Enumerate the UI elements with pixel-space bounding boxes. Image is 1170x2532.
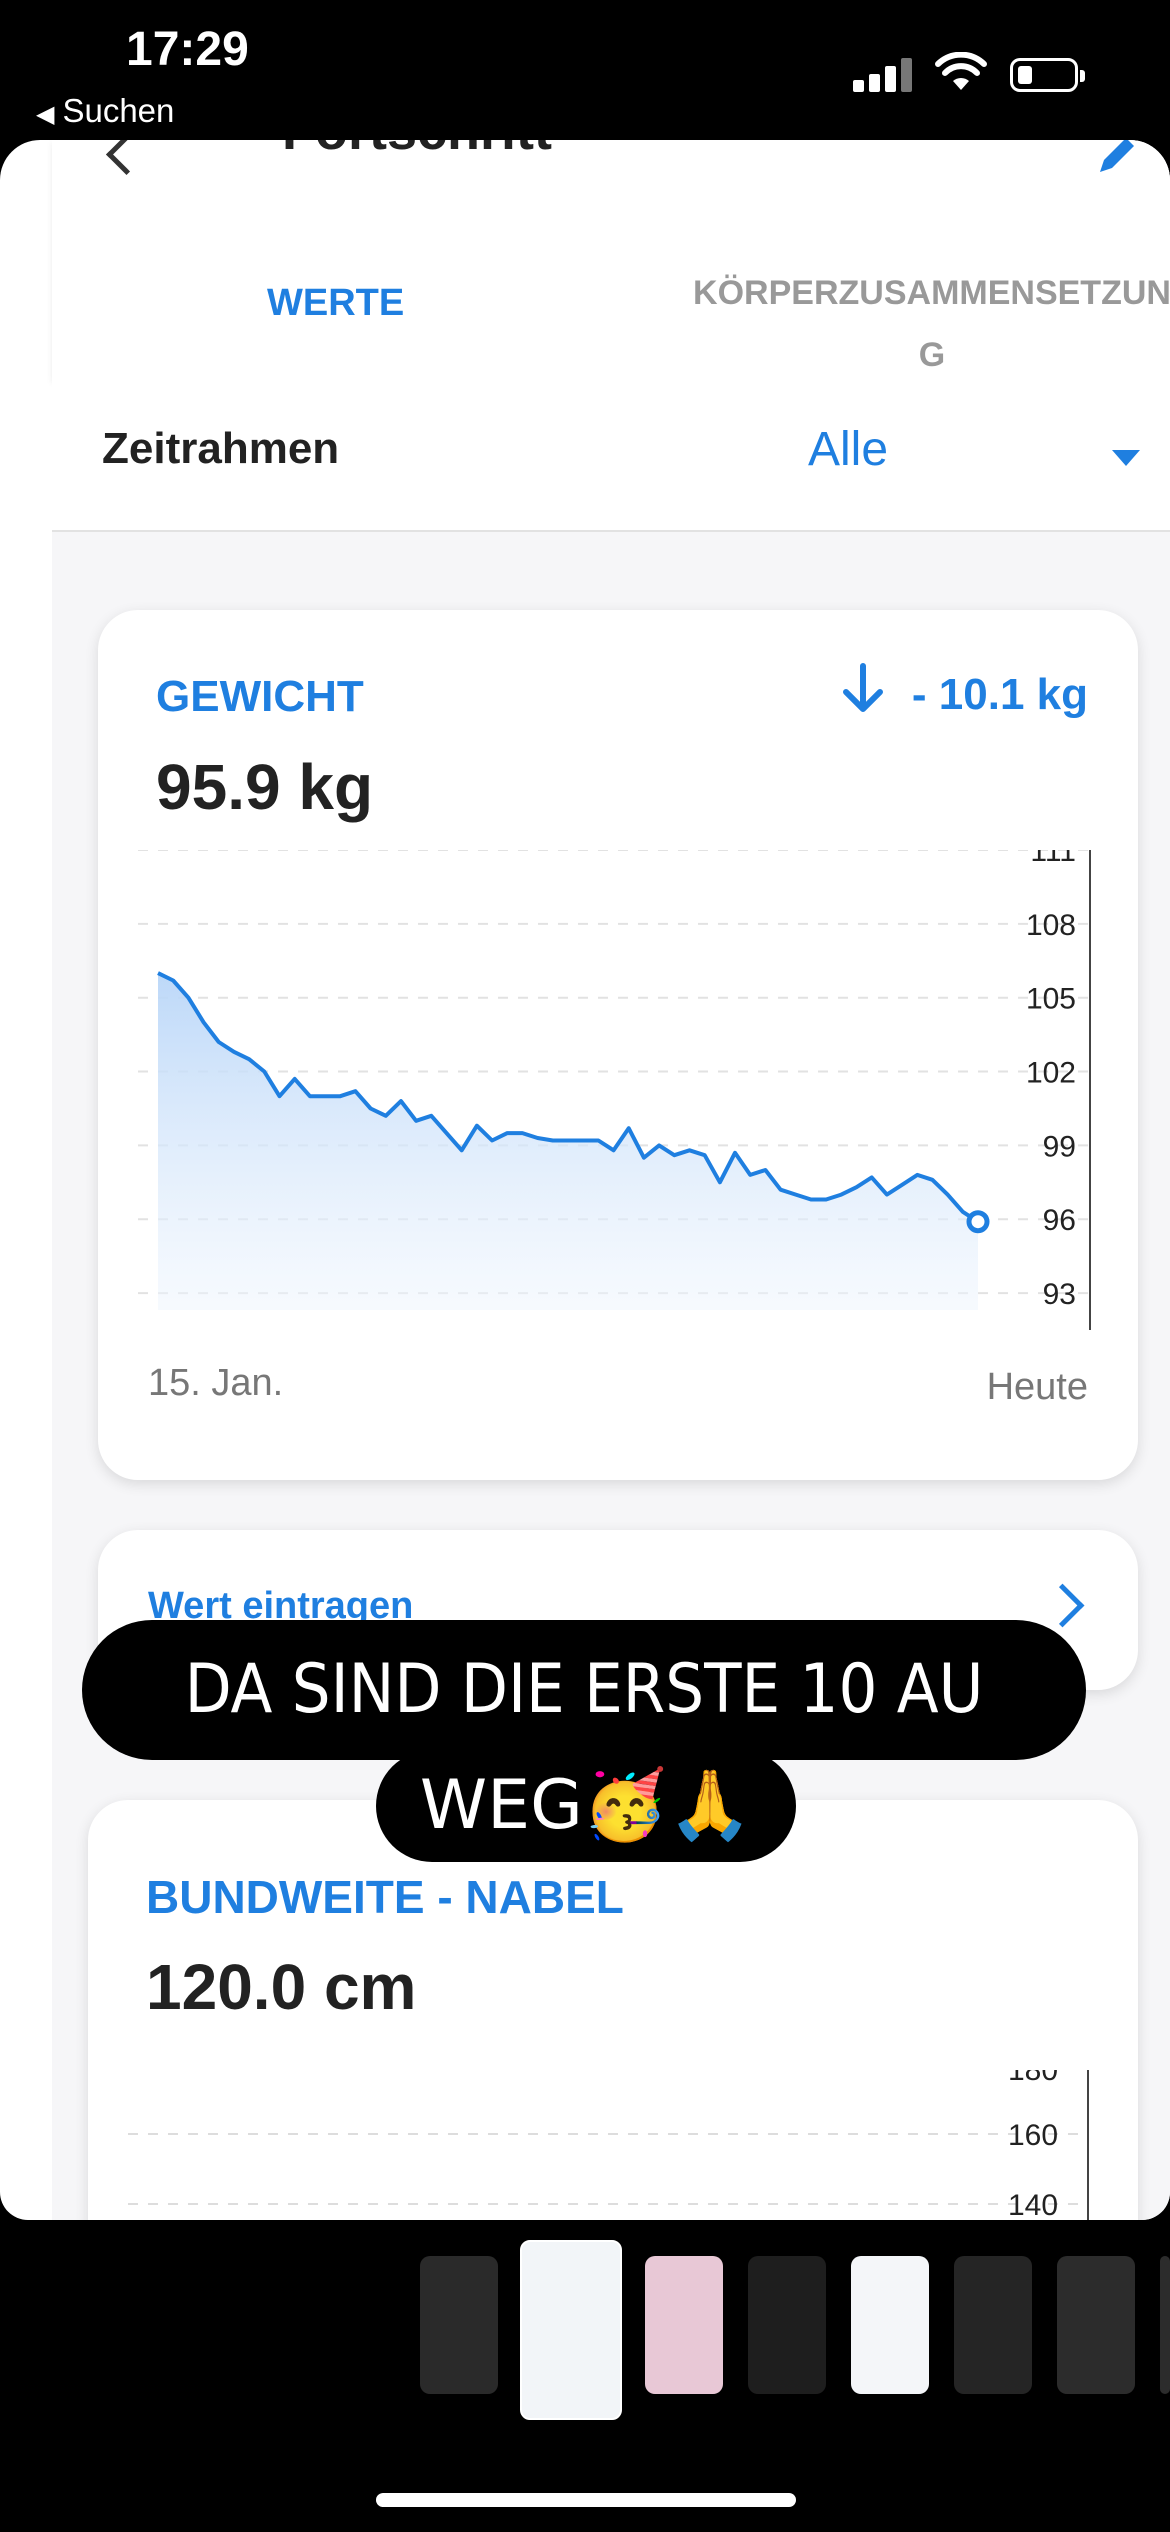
dropdown-caret-icon[interactable]	[1112, 450, 1140, 466]
timeframe-selector[interactable]: Zeitrahmen Alle	[52, 380, 1170, 532]
weight-delta: - 10.1 kg	[911, 670, 1088, 719]
story-thumbnail-strip	[0, 2240, 1170, 2440]
clock: 17:29	[126, 23, 249, 76]
waist-tick-label: 140	[1008, 2189, 1058, 2220]
chart-end-date: Heute	[986, 1366, 1088, 1408]
back-app-label: Suchen	[62, 92, 175, 129]
story-caption-line2: WEG🥳🙏	[376, 1750, 796, 1862]
arrow-down-icon	[843, 663, 883, 712]
waist-value: 120.0 cm	[146, 1951, 417, 2023]
header: Fortschritt WERTE KÖRPERZUSAMMENSETZUNG	[52, 140, 1170, 380]
back-to-app-link[interactable]: ◀ Suchen	[36, 92, 174, 130]
y-tick-label: 99	[1043, 1130, 1076, 1163]
weight-card[interactable]: GEWICHT - 10.1 kg 95.9 kg 111 108 105 102 99…	[98, 610, 1138, 1480]
story-thumbnail-active[interactable]	[520, 2240, 622, 2420]
page-title: Fortschritt	[282, 140, 552, 162]
edit-pencil-icon[interactable]	[1092, 140, 1142, 180]
tab-koerperzusammensetzung[interactable]: KÖRPERZUSAMMENSETZUNG	[682, 262, 1170, 386]
home-indicator[interactable]	[376, 2493, 796, 2507]
story-caption-line1: DA SIND DIE ERSTE 10 AU	[82, 1620, 1086, 1760]
y-tick-label: 108	[1026, 909, 1076, 942]
story-thumbnail[interactable]	[420, 2256, 498, 2394]
y-tick-label: 111	[1030, 850, 1076, 868]
chart-start-date: 15. Jan.	[148, 1362, 284, 1404]
y-tick-label: 105	[1026, 983, 1076, 1016]
waist-tick-label: 160	[1008, 2119, 1058, 2152]
chevron-right-icon	[1040, 1583, 1085, 1628]
party-pray-emoji: 🥳🙏	[582, 1766, 753, 1845]
y-tick-label: 102	[1026, 1057, 1076, 1090]
weight-chart: 111 108 105 102 99 96 93	[138, 850, 1091, 1330]
story-thumbnail[interactable]	[748, 2256, 826, 2394]
back-triangle-icon: ◀	[36, 101, 55, 128]
story-thumbnail[interactable]	[954, 2256, 1032, 2394]
wifi-icon	[935, 52, 987, 90]
y-tick-label: 93	[1043, 1278, 1076, 1311]
timeframe-label: Zeitrahmen	[102, 424, 340, 473]
caption-text: WEG	[419, 1766, 583, 1845]
story-thumbnail[interactable]	[851, 2256, 929, 2394]
waist-title: BUNDWEITE - NABEL	[146, 1871, 624, 1923]
status-bar: 17:29 ◀ Suchen	[0, 0, 1170, 140]
current-weight-point	[966, 1210, 990, 1234]
waist-chart: 180 160 140	[128, 2070, 1089, 2220]
weight-title: GEWICHT	[156, 672, 364, 721]
waist-tick-label: 180	[1008, 2070, 1058, 2087]
weight-value: 95.9 kg	[156, 751, 374, 823]
story-thumbnail[interactable]	[1057, 2256, 1135, 2394]
story-thumbnail[interactable]	[645, 2256, 723, 2394]
battery-icon	[1010, 58, 1085, 92]
app-content: Fortschritt WERTE KÖRPERZUSAMMENSETZUNG …	[52, 140, 1170, 2220]
y-tick-label: 96	[1043, 1204, 1076, 1237]
tab-werte[interactable]: WERTE	[267, 282, 404, 325]
story-thumbnail[interactable]	[1160, 2256, 1170, 2394]
waist-card[interactable]: BUNDWEITE - NABEL 120.0 cm 180 160 140	[88, 1800, 1138, 2220]
app-sheet: Fortschritt WERTE KÖRPERZUSAMMENSETZUNG …	[0, 140, 1170, 2220]
back-chevron-icon[interactable]	[105, 140, 148, 176]
timeframe-value[interactable]: Alle	[808, 422, 888, 477]
